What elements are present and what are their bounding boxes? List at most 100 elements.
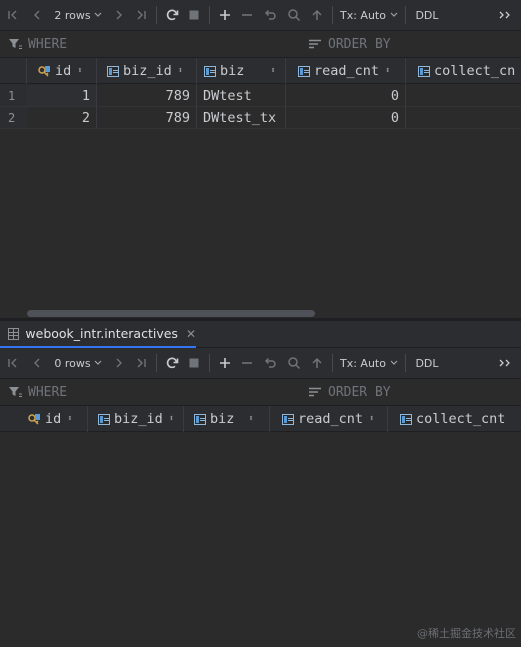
toolbar-divider <box>156 354 157 372</box>
stop-icon[interactable] <box>183 0 205 31</box>
toolbar-divider <box>209 354 210 372</box>
tab-webook-intr-interactives[interactable]: webook_intr.interactives ✕ <box>0 321 196 348</box>
chevron-down-icon <box>390 12 398 17</box>
refresh-icon[interactable] <box>161 0 183 31</box>
sort-arrows-icon[interactable]: ⬍ <box>369 414 374 424</box>
sort-arrows-icon[interactable]: ⬍ <box>169 414 174 424</box>
order-by-filter[interactable]: ORDER BY <box>302 37 521 52</box>
tab-title: webook_intr.interactives <box>25 326 178 341</box>
delete-row-icon[interactable] <box>236 348 258 379</box>
preview-changes-icon[interactable] <box>282 348 306 379</box>
column-icon <box>107 65 119 77</box>
column-header-biz-id[interactable]: biz_id ⬍ <box>97 58 197 84</box>
column-header-id[interactable]: id ⬍ <box>27 58 97 84</box>
cell-id[interactable]: 2 <box>27 107 97 128</box>
delete-row-icon[interactable] <box>236 0 258 31</box>
column-label: read_cnt <box>298 411 364 427</box>
column-header-biz[interactable]: biz ⬍ <box>197 58 286 84</box>
cell-collect-cnt[interactable] <box>406 107 521 128</box>
cell-biz-id[interactable]: 789 <box>97 85 197 106</box>
column-header-biz-id[interactable]: biz_id ⬍ <box>88 406 184 432</box>
column-icon <box>282 413 294 425</box>
toolbar-divider <box>332 6 333 24</box>
add-row-icon[interactable] <box>214 348 236 379</box>
revert-icon[interactable] <box>258 348 282 379</box>
sort-icon <box>309 387 321 397</box>
close-icon[interactable]: ✕ <box>186 327 196 341</box>
next-page-icon[interactable] <box>108 0 130 31</box>
column-label: id <box>55 63 72 79</box>
where-label: WHERE <box>28 36 68 52</box>
rows-selector[interactable]: 0 rows <box>48 348 108 379</box>
cell-biz-id[interactable]: 789 <box>97 107 197 128</box>
revert-icon[interactable] <box>258 0 282 31</box>
column-header-collect-cnt[interactable]: collect_cnt <box>388 406 521 432</box>
column-header-read-cnt[interactable]: read_cnt ⬍ <box>286 58 406 84</box>
more-actions-icon[interactable] <box>491 0 521 31</box>
cell-id[interactable]: 1 <box>27 85 97 106</box>
stop-icon[interactable] <box>183 348 205 379</box>
table-row[interactable]: 1 1 789 DWtest 0 <box>0 85 521 107</box>
column-header-read-cnt[interactable]: read_cnt ⬍ <box>270 406 388 432</box>
prev-page-icon[interactable] <box>26 0 48 31</box>
cell-biz[interactable]: DWtest_tx <box>197 107 286 128</box>
chevron-down-icon <box>94 360 102 365</box>
toolbar-divider <box>209 6 210 24</box>
column-label: read_cnt <box>314 63 380 79</box>
rows-selector[interactable]: 2 rows <box>48 0 108 31</box>
column-label: collect_cn <box>434 63 516 79</box>
next-page-icon[interactable] <box>108 348 130 379</box>
sort-arrows-icon[interactable]: ⬍ <box>77 66 82 76</box>
chevron-down-icon <box>390 360 398 365</box>
where-label: WHERE <box>28 384 68 400</box>
cell-collect-cnt[interactable] <box>406 85 521 106</box>
where-filter[interactable]: WHERE <box>0 37 302 52</box>
top-filter-bar: WHERE ORDER BY <box>0 31 521 58</box>
sort-arrows-icon[interactable]: ⬍ <box>385 66 390 76</box>
tx-mode-label: Tx: Auto <box>340 356 386 370</box>
add-row-icon[interactable] <box>214 0 236 31</box>
cell-biz[interactable]: DWtest <box>197 85 286 106</box>
last-page-icon[interactable] <box>130 0 152 31</box>
column-label: biz_id <box>123 63 172 79</box>
top-toolbar: 2 rows Tx: Auto DDL <box>0 0 521 31</box>
column-icon <box>418 65 430 77</box>
table-icon <box>8 327 20 340</box>
tx-mode-selector[interactable]: Tx: Auto <box>337 348 401 379</box>
order-by-filter[interactable]: ORDER BY <box>302 385 521 400</box>
ddl-button[interactable]: DDL <box>410 0 444 31</box>
tx-mode-selector[interactable]: Tx: Auto <box>337 0 401 31</box>
first-page-icon[interactable] <box>0 0 26 31</box>
column-label: id <box>45 411 62 427</box>
submit-icon[interactable] <box>306 348 328 379</box>
rows-count: 0 rows <box>54 356 91 370</box>
sort-arrows-icon[interactable]: ⬍ <box>248 414 253 424</box>
cell-read-cnt[interactable]: 0 <box>286 107 406 128</box>
submit-icon[interactable] <box>306 0 328 31</box>
where-filter[interactable]: WHERE <box>0 385 302 400</box>
column-header-collect-cnt[interactable]: collect_cn <box>406 58 521 84</box>
top-column-header: id ⬍ biz_id ⬍ biz ⬍ read_cnt ⬍ collect_c… <box>0 58 521 84</box>
ddl-button[interactable]: DDL <box>410 348 444 379</box>
row-number: 1 <box>0 85 27 106</box>
column-header-id[interactable]: id ⬍ <box>0 406 88 432</box>
prev-page-icon[interactable] <box>26 348 48 379</box>
more-actions-icon[interactable] <box>491 348 521 379</box>
chevron-down-icon <box>94 12 102 17</box>
column-header-biz[interactable]: biz ⬍ <box>184 406 270 432</box>
sort-arrows-icon[interactable]: ⬍ <box>270 66 275 76</box>
table-row[interactable]: 2 2 789 DWtest_tx 0 <box>0 107 521 129</box>
refresh-icon[interactable] <box>161 348 183 379</box>
horizontal-scrollbar-thumb[interactable] <box>27 310 315 317</box>
order-by-label: ORDER BY <box>328 36 391 52</box>
column-icon <box>194 413 206 425</box>
sort-arrows-icon[interactable]: ⬍ <box>67 414 72 424</box>
cell-read-cnt[interactable]: 0 <box>286 85 406 106</box>
primary-key-icon <box>37 65 51 78</box>
first-page-icon[interactable] <box>0 348 26 379</box>
column-label: biz <box>220 63 245 79</box>
sort-arrows-icon[interactable]: ⬍ <box>178 66 183 76</box>
rows-count: 2 rows <box>54 8 91 22</box>
preview-changes-icon[interactable] <box>282 0 306 31</box>
last-page-icon[interactable] <box>130 348 152 379</box>
